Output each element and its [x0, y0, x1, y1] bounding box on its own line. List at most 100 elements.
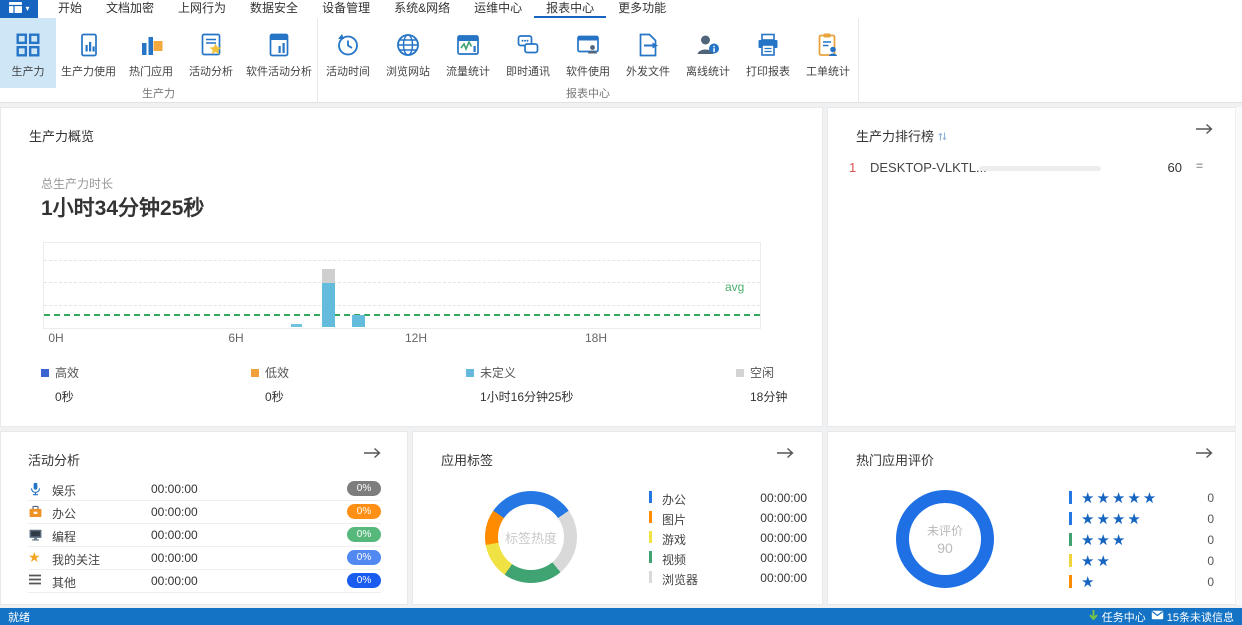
- panel-app-tags: 应用标签 标签热度 办公 00:00:00 图片 00:00:00 游戏 00:…: [412, 431, 823, 605]
- ribbon-empty-space: [859, 18, 1242, 102]
- panel-arrow-button[interactable]: [363, 447, 381, 462]
- ribbon-group-report-center: 活动时间 浏览网站 流量统计 即时通讯 软件使用 外发文件 离线统计 打印报表 …: [318, 18, 859, 102]
- legend-item-efficient: 高效 0秒: [41, 364, 79, 405]
- ribbon-button-outgoing-files[interactable]: 外发文件: [618, 18, 678, 88]
- activity-row-entertainment[interactable]: 娱乐 00:00:00 0%: [28, 478, 381, 501]
- tab-ops-center[interactable]: 运维中心: [462, 0, 534, 18]
- ribbon-button-instant-messaging[interactable]: 即时通讯: [498, 18, 558, 88]
- activity-time: 00:00:00: [151, 551, 198, 565]
- tab-start[interactable]: 开始: [46, 0, 94, 18]
- avg-line-label: avg: [725, 280, 745, 294]
- ribbon-button-label: 离线统计: [686, 65, 730, 78]
- star-rating: ★★: [1081, 553, 1112, 570]
- unread-messages-button[interactable]: 15条未读信息: [1151, 609, 1234, 625]
- panel-hot-app-ratings: 热门应用评价 未评价 90 ★★★★★ 0 ★★★★ 0 ★★★ 0 ★★ 0 …: [827, 431, 1242, 605]
- rank-number: 1: [849, 160, 857, 175]
- activity-time: 00:00:00: [151, 505, 198, 519]
- tab-doc-encrypt[interactable]: 文档加密: [94, 0, 166, 18]
- ribbon-button-print-report[interactable]: 打印报表: [738, 18, 798, 88]
- legend-marker: [736, 369, 744, 377]
- ribbon-button-software-usage[interactable]: 软件使用: [558, 18, 618, 88]
- tab-bar: ▾ 开始 文档加密 上网行为 数据安全 设备管理 系统&网络 运维中心 报表中心…: [0, 0, 1242, 18]
- donut-center: 标签热度: [498, 504, 564, 570]
- ribbon-button-activity-time[interactable]: 活动时间: [318, 18, 378, 88]
- tab-report-center[interactable]: 报表中心: [534, 0, 607, 18]
- legend-marker: [1069, 575, 1072, 588]
- activity-percent-badge: 0%: [347, 573, 381, 588]
- chart-legend: 高效 0秒 低效 0秒 未定义 1小时16分钟25秒 空闲 18分钟: [1, 364, 824, 410]
- activity-row-programming[interactable]: 编程 00:00:00 0%: [28, 524, 381, 547]
- ribbon: 生产力 生产力使用 热门应用 活动分析 软件活动分析 生产力 活动时间 浏览网站…: [0, 18, 1242, 103]
- trend-equal-icon: =: [1196, 159, 1204, 173]
- activity-percent-badge: 0%: [347, 550, 381, 565]
- ribbon-button-label: 生产力: [11, 65, 45, 78]
- tab-device-mgmt[interactable]: 设备管理: [310, 0, 382, 18]
- ribbon-button-label: 流量统计: [446, 65, 490, 78]
- tag-legend-row[interactable]: 办公 00:00:00: [649, 488, 809, 508]
- panel-productivity-ranking: 生产力排行榜 1 DESKTOP-VLKTL... 60 =: [827, 107, 1242, 427]
- tab-web-behavior[interactable]: 上网行为: [166, 0, 238, 18]
- tab-system-network[interactable]: 系统&网络: [382, 0, 462, 18]
- task-center-button[interactable]: 任务中心: [1088, 609, 1146, 625]
- activity-row-other[interactable]: 其他 00:00:00 0%: [28, 570, 381, 593]
- tag-legend-row[interactable]: 图片 00:00:00: [649, 508, 809, 528]
- ribbon-button-offline-stats[interactable]: 离线统计: [678, 18, 738, 88]
- ribbon-button-browse-sites[interactable]: 浏览网站: [378, 18, 438, 88]
- ribbon-button-hot-apps[interactable]: 热门应用: [121, 18, 181, 88]
- sort-icon[interactable]: [938, 130, 947, 145]
- tab-more-features[interactable]: 更多功能: [606, 0, 678, 18]
- ribbon-tabs: 开始 文档加密 上网行为 数据安全 设备管理 系统&网络 运维中心 报表中心 更…: [46, 0, 678, 18]
- ribbon-button-ticket-stats[interactable]: 工单统计: [798, 18, 858, 88]
- ribbon-button-label: 工单统计: [806, 65, 850, 78]
- tag-time: 00:00:00: [760, 551, 807, 565]
- legend-value: 1小时16分钟25秒: [480, 390, 574, 404]
- microphone-icon: [28, 481, 46, 497]
- star-icon: ★: [28, 549, 41, 565]
- donut-center-value: 90: [937, 540, 953, 556]
- tag-time: 00:00:00: [760, 531, 807, 545]
- tag-legend-row[interactable]: 视频 00:00:00: [649, 548, 809, 568]
- ribbon-button-label: 热门应用: [129, 65, 173, 78]
- ribbon-group-label: 生产力: [142, 88, 175, 100]
- scrollbar-track[interactable]: [1235, 107, 1242, 605]
- x-axis: 0H 6H 12H 18H: [43, 331, 759, 345]
- activity-row-office[interactable]: 办公 00:00:00 0%: [28, 501, 381, 524]
- donut-center-label: 未评价: [926, 524, 963, 538]
- rating-row-2-stars[interactable]: ★★ 0: [1069, 551, 1214, 572]
- download-arrow-icon: [1088, 609, 1099, 624]
- tab-data-security[interactable]: 数据安全: [238, 0, 310, 18]
- monitor-icon: [28, 527, 46, 543]
- ribbon-button-productivity-usage[interactable]: 生产力使用: [56, 18, 121, 88]
- tag-legend-row[interactable]: 浏览器 00:00:00: [649, 568, 809, 588]
- panel-arrow-button[interactable]: [1195, 447, 1213, 462]
- rating-row-1-star[interactable]: ★ 0: [1069, 572, 1214, 593]
- ribbon-button-productivity[interactable]: 生产力: [0, 18, 56, 88]
- globe-icon: [395, 28, 421, 62]
- legend-marker: [649, 551, 652, 563]
- chevron-down-icon: ▾: [25, 4, 30, 13]
- rating-row-3-stars[interactable]: ★★★ 0: [1069, 530, 1214, 551]
- ribbon-button-traffic-stats[interactable]: 流量统计: [438, 18, 498, 88]
- legend-label: 空闲: [750, 366, 775, 380]
- briefcase-icon: [28, 504, 46, 520]
- app-menu-button[interactable]: ▾: [0, 0, 38, 18]
- legend-label: 未定义: [480, 366, 517, 380]
- tag-legend-row[interactable]: 游戏 00:00:00: [649, 528, 809, 548]
- ribbon-button-software-activity[interactable]: 软件活动分析: [241, 18, 317, 88]
- activity-label: 娱乐: [52, 484, 77, 498]
- rating-row-5-stars[interactable]: ★★★★★ 0: [1069, 488, 1214, 509]
- panel-arrow-button[interactable]: [1195, 123, 1213, 138]
- rating-count: 0: [1207, 512, 1214, 526]
- legend-marker: [251, 369, 259, 377]
- ribbon-button-activity-analysis[interactable]: 活动分析: [181, 18, 241, 88]
- ribbon-button-label: 活动时间: [326, 65, 370, 78]
- activity-row-my-focus[interactable]: ★ 我的关注 00:00:00 0%: [28, 547, 381, 570]
- panel-arrow-button[interactable]: [776, 447, 794, 462]
- doc-star-icon: [198, 28, 224, 62]
- rating-count: 0: [1207, 575, 1214, 589]
- task-center-label: 任务中心: [1101, 611, 1146, 624]
- productivity-bar-chart: [43, 242, 761, 329]
- rating-row-4-stars[interactable]: ★★★★ 0: [1069, 509, 1214, 530]
- traffic-chart-icon: [455, 28, 481, 62]
- ranking-row[interactable]: 1 DESKTOP-VLKTL... 60 =: [828, 156, 1241, 182]
